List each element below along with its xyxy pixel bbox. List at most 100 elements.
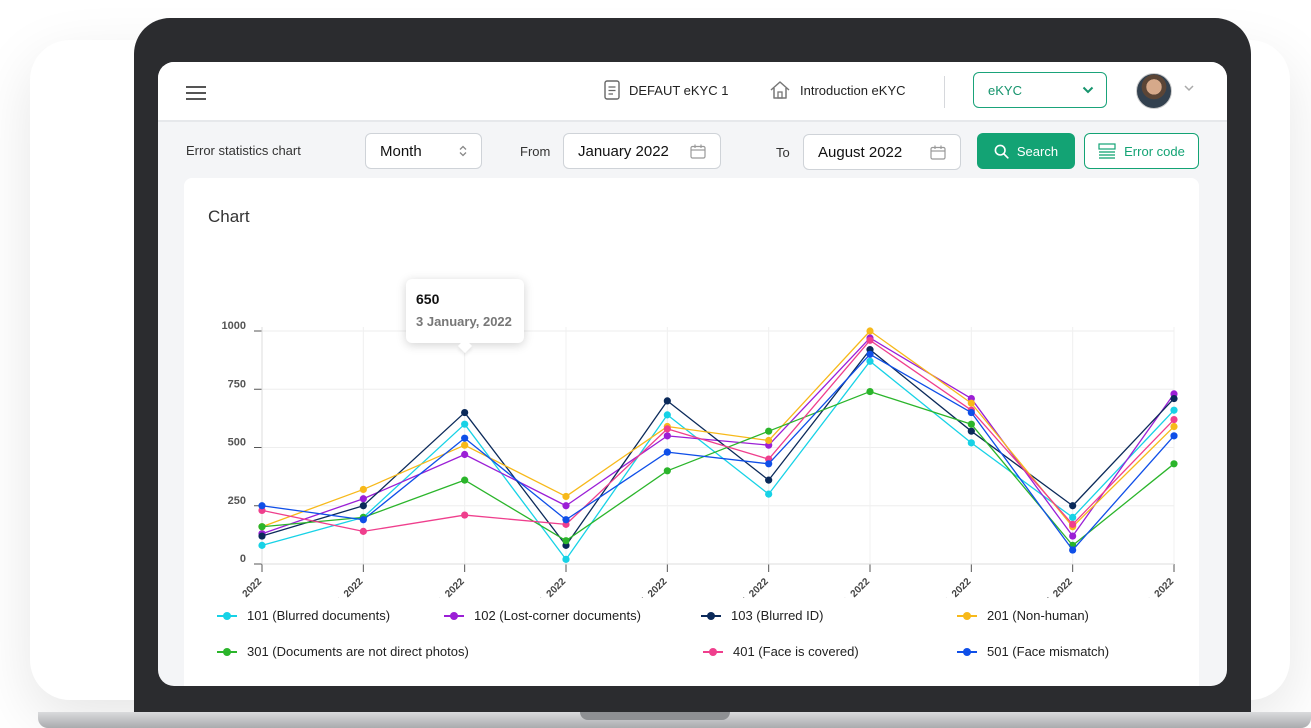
data-point[interactable]	[461, 408, 469, 417]
x-tick-label: Thg 7, 2022	[1028, 576, 1075, 598]
legend-label: 501 (Face mismatch)	[987, 644, 1110, 659]
nav-item-defaut-ekyc[interactable]: DEFAUT eKYC 1	[604, 80, 728, 100]
data-point[interactable]	[866, 357, 874, 365]
error-code-button[interactable]: Error code	[1084, 133, 1199, 169]
data-point[interactable]	[1170, 460, 1178, 468]
data-point[interactable]	[663, 432, 671, 440]
data-point[interactable]	[359, 516, 367, 524]
data-point[interactable]	[663, 397, 671, 405]
data-point[interactable]	[967, 399, 975, 407]
data-point[interactable]	[1170, 422, 1178, 431]
hamburger-menu-icon[interactable]	[186, 86, 206, 100]
app-screen: DEFAUT eKYC 1 Introduction eKYC eKYC Err…	[158, 62, 1227, 686]
to-date-input[interactable]: August 2022	[803, 134, 961, 170]
legend-item[interactable]: 401 (Face is covered)	[703, 644, 859, 659]
data-point[interactable]	[866, 336, 874, 344]
x-tick-label: Thg3, 2022	[422, 576, 467, 598]
data-point[interactable]	[967, 408, 975, 417]
data-point[interactable]	[258, 523, 266, 531]
data-point[interactable]	[765, 476, 773, 484]
topbar-divider	[944, 76, 945, 108]
legend-item[interactable]: 201 (Non-human)	[957, 608, 1089, 623]
legend-item[interactable]: 103 (Blurred ID)	[701, 608, 823, 623]
data-point[interactable]	[1170, 394, 1178, 403]
data-point[interactable]	[663, 448, 671, 456]
data-point[interactable]	[663, 411, 671, 419]
nav-item-introduction-ekyc[interactable]: Introduction eKYC	[769, 80, 906, 100]
chart-panel: Chart 02505007501000Thg 1, 2022Thg 2, 20…	[184, 178, 1199, 686]
user-avatar[interactable]	[1136, 73, 1172, 109]
data-point[interactable]	[562, 516, 570, 524]
data-point[interactable]	[1170, 406, 1178, 414]
data-point[interactable]	[1069, 546, 1077, 554]
data-point[interactable]	[461, 476, 469, 484]
data-point[interactable]	[967, 427, 975, 435]
data-point[interactable]	[562, 555, 570, 563]
legend-swatch-dot	[709, 647, 717, 656]
top-bar: DEFAUT eKYC 1 Introduction eKYC eKYC	[158, 62, 1227, 122]
data-point[interactable]	[461, 420, 469, 428]
data-point[interactable]	[562, 502, 570, 510]
data-point[interactable]	[866, 327, 874, 335]
to-date-value: August 2022	[818, 143, 903, 161]
data-point[interactable]	[562, 492, 570, 501]
legend-item[interactable]: 301 (Documents are not direct photos)	[217, 644, 469, 659]
data-point[interactable]	[967, 439, 975, 447]
legend-swatch	[217, 611, 237, 621]
data-point[interactable]	[1069, 513, 1077, 521]
legend-label: 103 (Blurred ID)	[731, 608, 824, 623]
legend-swatch	[957, 611, 977, 621]
y-tick-label: 250	[228, 495, 246, 507]
x-tick-label: Thg 5, 2022	[724, 576, 771, 598]
data-point[interactable]	[967, 420, 975, 428]
to-label: To	[776, 145, 790, 160]
legend-swatch	[701, 611, 721, 621]
data-point[interactable]	[359, 502, 367, 510]
data-point[interactable]	[1069, 520, 1077, 528]
data-point[interactable]	[359, 527, 367, 535]
data-point[interactable]	[359, 495, 367, 503]
data-point[interactable]	[461, 511, 469, 519]
data-point[interactable]	[866, 350, 874, 358]
laptop-notch	[580, 712, 730, 720]
data-point[interactable]	[866, 387, 874, 396]
data-point[interactable]	[359, 485, 367, 494]
data-point[interactable]	[1170, 415, 1178, 424]
app-select-value: eKYC	[988, 82, 1022, 98]
tooltip-value: 650	[416, 291, 440, 307]
legend-swatch	[217, 647, 237, 657]
data-point[interactable]	[461, 434, 469, 442]
y-tick-label: 750	[228, 378, 246, 390]
x-tick-label: Thg 8, 2022	[1130, 576, 1177, 598]
data-point[interactable]	[461, 450, 469, 459]
data-point[interactable]	[1069, 502, 1077, 510]
data-point[interactable]	[663, 467, 671, 475]
x-tick-label: Thg 1, 2022	[218, 576, 265, 598]
y-tick-label: 500	[228, 437, 246, 449]
data-point[interactable]	[663, 425, 671, 433]
from-date-input[interactable]: January 2022	[563, 133, 721, 169]
data-point[interactable]	[258, 502, 266, 510]
app-select-dropdown[interactable]: eKYC	[973, 72, 1107, 108]
search-button[interactable]: Search	[977, 133, 1075, 169]
data-point[interactable]	[461, 441, 469, 449]
data-point[interactable]	[258, 532, 266, 540]
data-point[interactable]	[1170, 432, 1178, 440]
data-point[interactable]	[258, 541, 266, 549]
error-statistics-title: Error statistics chart	[186, 143, 301, 158]
data-point[interactable]	[765, 427, 773, 435]
period-select[interactable]: Month	[365, 133, 482, 169]
data-point[interactable]	[1069, 532, 1077, 540]
data-point[interactable]	[765, 436, 773, 445]
data-point[interactable]	[765, 460, 773, 468]
chevron-down-icon[interactable]	[1184, 85, 1194, 92]
nav-item-label: DEFAUT eKYC 1	[629, 82, 729, 98]
data-point[interactable]	[562, 537, 570, 545]
legend-item[interactable]: 501 (Face mismatch)	[957, 644, 1109, 659]
legend-item[interactable]: 102 (Lost-corner documents)	[444, 608, 641, 623]
data-point[interactable]	[765, 490, 773, 498]
legend-item[interactable]: 101 (Blurred documents)	[217, 608, 390, 623]
legend-swatch-dot	[450, 611, 458, 620]
series-line	[261, 337, 1175, 537]
series-line	[261, 360, 1175, 560]
